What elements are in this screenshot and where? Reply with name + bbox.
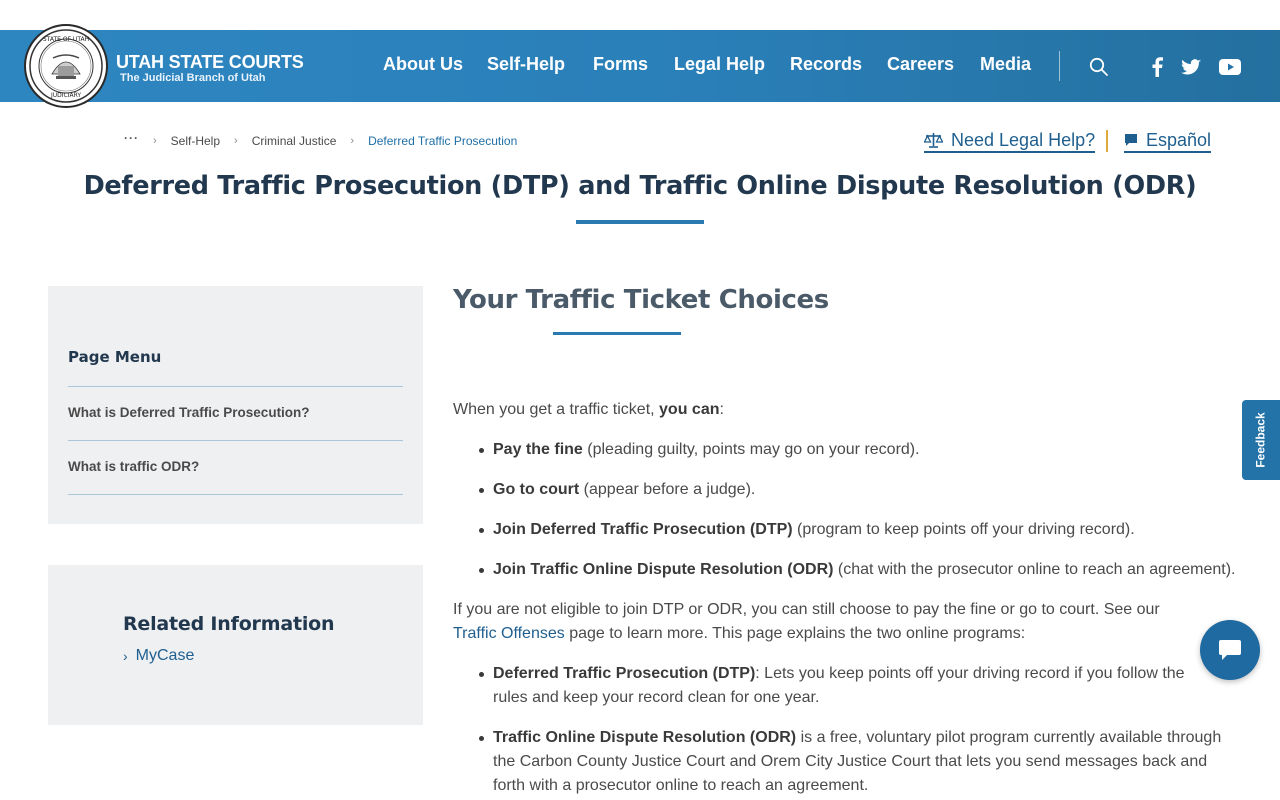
nav-media[interactable]: Media: [980, 54, 1031, 75]
speech-bubble-icon: [1125, 134, 1137, 146]
utah-courts-seal-logo[interactable]: STATE OF UTAH JUDICIARY: [24, 24, 108, 108]
related-info-heading: Related Information: [123, 613, 335, 635]
utility-divider: [1106, 130, 1108, 152]
choice-text: (appear before a judge).: [579, 481, 756, 498]
chevron-right-icon: ›: [123, 648, 128, 664]
breadcrumb-item-current: Deferred Traffic Prosecution: [368, 134, 518, 148]
youtube-icon[interactable]: [1219, 56, 1241, 78]
page-menu-item-dtp[interactable]: What is Deferred Traffic Prosecution?: [68, 405, 310, 420]
section-title: Your Traffic Ticket Choices: [453, 285, 829, 315]
main-content: When you get a traffic ticket, you can: …: [453, 398, 1243, 800]
brand-title: UTAH STATE COURTS: [116, 52, 304, 72]
search-icon[interactable]: [1088, 56, 1110, 78]
traffic-offenses-link[interactable]: Traffic Offenses: [453, 625, 565, 642]
feedback-tab[interactable]: Feedback: [1242, 400, 1280, 480]
page-menu-panel: Page Menu What is Deferred Traffic Prose…: [48, 286, 423, 524]
related-info-panel: Related Information › MyCase: [48, 565, 423, 725]
program-bold: Deferred Traffic Prosecution (DTP): [493, 665, 756, 682]
need-legal-help-link[interactable]: Need Legal Help?: [924, 130, 1096, 153]
chevron-right-icon: ›: [350, 135, 355, 147]
list-item: Pay the fine (pleading guilty, points ma…: [453, 438, 1243, 462]
divider: [68, 440, 403, 441]
twitter-icon[interactable]: [1180, 56, 1202, 78]
eligibility-paragraph: If you are not eligible to join DTP or O…: [453, 598, 1243, 646]
program-bold: Traffic Online Dispute Resolution (ODR): [493, 729, 797, 746]
facebook-icon[interactable]: [1146, 56, 1168, 78]
nav-careers[interactable]: Careers: [887, 54, 954, 75]
espanol-link-wrap: Español: [1124, 130, 1212, 153]
nav-about-us[interactable]: About Us: [383, 54, 463, 75]
list-item: Join Traffic Online Dispute Resolution (…: [453, 558, 1243, 582]
chat-bubble-icon: [1219, 640, 1241, 660]
breadcrumb-item-self-help[interactable]: Self-Help: [171, 134, 220, 148]
breadcrumb-item-criminal-justice[interactable]: Criminal Justice: [252, 134, 337, 148]
list-item: Go to court (appear before a judge).: [453, 478, 1243, 502]
choice-text: (chat with the prosecutor online to reac…: [833, 561, 1236, 578]
choice-text: (pleading guilty, points may go on your …: [582, 441, 920, 458]
list-item: Traffic Online Dispute Resolution (ODR) …: [453, 726, 1243, 798]
feedback-label: Feedback: [1254, 412, 1269, 468]
page-menu-heading: Page Menu: [68, 348, 162, 366]
need-legal-help-label: Need Legal Help?: [951, 130, 1096, 150]
chevron-right-icon: ›: [234, 135, 238, 147]
intro-paragraph: When you get a traffic ticket, you can:: [453, 398, 1243, 422]
brand[interactable]: UTAH STATE COURTS The Judicial Branch of…: [116, 52, 304, 84]
seal-text-top: STATE OF UTAH: [43, 36, 89, 43]
page-title: Deferred Traffic Prosecution (DTP) and T…: [83, 171, 1197, 201]
choice-bold: Join Deferred Traffic Prosecution (DTP): [493, 521, 793, 538]
choice-bold: Join Traffic Online Dispute Resolution (…: [493, 561, 834, 578]
eligibility-text-end: page to learn more. This page explains t…: [564, 625, 1026, 642]
divider: [68, 386, 403, 387]
breadcrumb-ellipsis[interactable]: ···: [124, 131, 139, 145]
divider: [68, 494, 403, 495]
section-underline: [553, 332, 681, 335]
nav-self-help[interactable]: Self-Help: [487, 54, 565, 75]
list-item: Deferred Traffic Prosecution (DTP): Lets…: [453, 662, 1243, 710]
need-legal-help-link-wrap: Need Legal Help?: [924, 130, 1096, 153]
choice-text: (program to keep points off your driving…: [792, 521, 1135, 538]
espanol-link[interactable]: Español: [1124, 130, 1212, 153]
page-menu-item-odr[interactable]: What is traffic ODR?: [68, 459, 199, 474]
intro-bold: you can: [659, 401, 720, 418]
programs-list: Deferred Traffic Prosecution (DTP): Lets…: [453, 662, 1243, 798]
nav-divider: [1059, 51, 1060, 81]
chat-button[interactable]: [1200, 620, 1260, 680]
intro-text: When you get a traffic ticket,: [453, 401, 660, 418]
title-underline: [576, 220, 704, 224]
chevron-right-icon: ›: [153, 135, 157, 147]
nav-legal-help[interactable]: Legal Help: [674, 54, 765, 75]
eligibility-text: If you are not eligible to join DTP or O…: [453, 601, 1160, 618]
nav-forms[interactable]: Forms: [593, 54, 648, 75]
seal-text-bottom: JUDICIARY: [50, 92, 81, 99]
brand-subtitle: The Judicial Branch of Utah: [120, 72, 266, 84]
related-link-label: MyCase: [135, 647, 195, 664]
choice-bold: Go to court: [493, 481, 580, 498]
choices-list: Pay the fine (pleading guilty, points ma…: [453, 438, 1243, 582]
scales-icon: [924, 133, 943, 148]
choice-bold: Pay the fine: [493, 441, 583, 458]
breadcrumb: ··· › Self-Help › Criminal Justice › Def…: [124, 131, 518, 148]
site-header: UTAH STATE COURTS The Judicial Branch of…: [0, 30, 1280, 102]
intro-colon: :: [719, 401, 724, 418]
related-link-mycase[interactable]: › MyCase: [123, 647, 194, 665]
list-item: Join Deferred Traffic Prosecution (DTP) …: [453, 518, 1243, 542]
nav-records[interactable]: Records: [790, 54, 862, 75]
espanol-label: Español: [1146, 130, 1212, 150]
